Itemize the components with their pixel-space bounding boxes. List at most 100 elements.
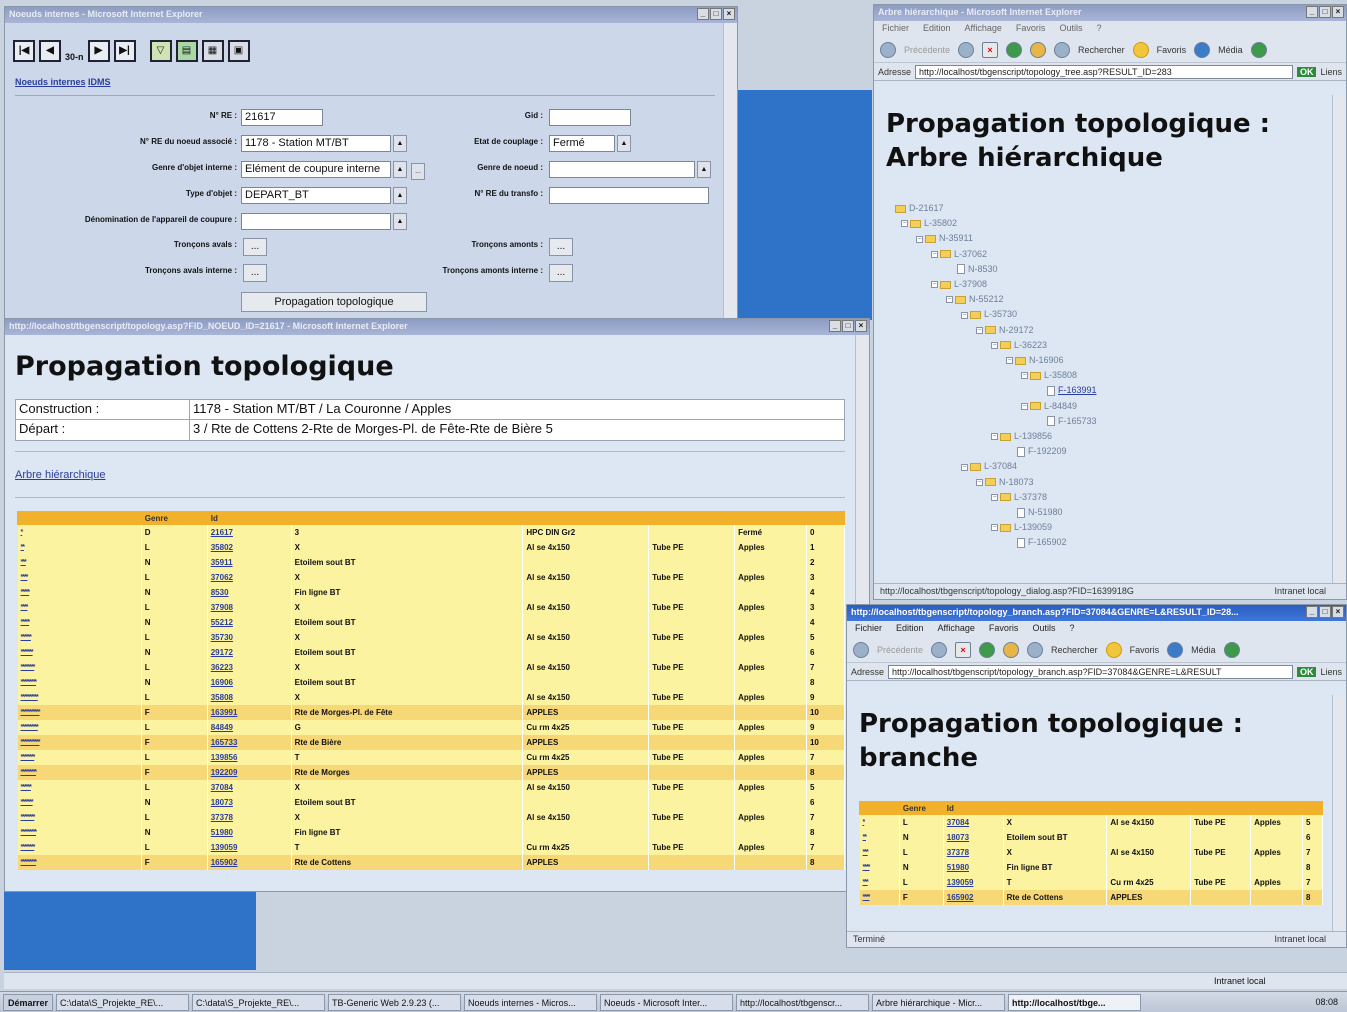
refresh-icon[interactable] xyxy=(979,641,996,658)
tree-node[interactable]: − L-36223 xyxy=(991,340,1047,350)
address-input[interactable]: http://localhost/tbgenscript/topology_tr… xyxy=(915,64,1293,79)
id-link[interactable]: 16906 xyxy=(207,674,292,690)
expand-icon[interactable]: − xyxy=(961,311,968,319)
menu-item[interactable]: Fichier xyxy=(855,623,882,635)
taskbar-button[interactable]: TB-Generic Web 2.9.23 (... xyxy=(328,993,462,1011)
level-link[interactable]: ** xyxy=(17,539,142,555)
level-link[interactable]: ******** xyxy=(17,839,142,855)
stop-icon[interactable]: × xyxy=(955,641,972,658)
maximize-button[interactable]: □ xyxy=(710,8,722,20)
address-input[interactable]: http://localhost/tbgenscript/topology_br… xyxy=(888,664,1293,679)
chevron-up-icon[interactable]: ▲ xyxy=(617,135,631,152)
expand-icon[interactable]: − xyxy=(961,463,968,471)
menu-item[interactable]: ? xyxy=(1069,623,1074,635)
level-link[interactable]: ********* xyxy=(17,854,142,870)
level-link[interactable]: *** xyxy=(859,844,900,860)
id-link[interactable]: 139856 xyxy=(207,749,292,765)
taskbar-button[interactable]: C:\data\S_Projekte_RE\... xyxy=(192,993,326,1011)
last-record-icon[interactable]: ▶| xyxy=(113,40,136,62)
stop-icon[interactable]: × xyxy=(982,41,999,58)
tree-node[interactable]: F-163991 xyxy=(1036,385,1097,397)
field-genre-noeud[interactable] xyxy=(549,161,695,178)
id-link[interactable]: 37908 xyxy=(207,599,292,615)
expand-icon[interactable]: − xyxy=(991,493,998,501)
go-button[interactable]: OK xyxy=(1296,666,1317,677)
level-link[interactable]: ********** xyxy=(17,719,142,735)
id-link[interactable]: 165733 xyxy=(207,734,292,750)
tree-node[interactable]: − N-18073 xyxy=(976,477,1034,487)
tree-node[interactable]: − L-37084 xyxy=(961,461,1017,471)
back-button[interactable]: Précédente xyxy=(904,45,950,55)
tree-node[interactable]: N-8530 xyxy=(946,264,998,275)
start-button[interactable]: Démarrer xyxy=(3,993,54,1011)
id-link[interactable]: 37378 xyxy=(943,844,1004,860)
tree-node[interactable]: − N-35911 xyxy=(916,233,973,243)
minimize-button[interactable]: _ xyxy=(829,320,841,332)
link-noeuds-internes[interactable]: Noeuds internes xyxy=(15,77,86,87)
level-link[interactable]: ****** xyxy=(17,779,142,795)
forward-icon[interactable] xyxy=(958,41,975,58)
id-link[interactable]: 37084 xyxy=(943,814,1004,830)
field-type-objet[interactable]: DEPART_BT xyxy=(241,187,391,204)
tree-node[interactable]: − L-84849 xyxy=(1021,401,1077,411)
save-icon[interactable]: ▣ xyxy=(227,40,250,62)
close-button[interactable]: × xyxy=(1332,606,1344,618)
title-bar[interactable]: Arbre hiérarchique - Microsoft Internet … xyxy=(874,5,1346,21)
id-link[interactable]: 139059 xyxy=(207,839,292,855)
troncons-amonts-int-button[interactable]: ... xyxy=(549,264,573,282)
taskbar-button[interactable]: C:\data\S_Projekte_RE\... xyxy=(56,993,190,1011)
tree-node[interactable]: −D-21617 xyxy=(886,203,944,213)
tree-node[interactable]: − L-35730 xyxy=(961,309,1017,319)
level-link[interactable]: *** xyxy=(17,554,142,570)
id-link[interactable]: 51980 xyxy=(943,859,1004,875)
history-icon[interactable] xyxy=(1250,41,1267,58)
level-link[interactable]: * xyxy=(17,524,142,540)
field-etat-couplage[interactable]: Fermé xyxy=(549,135,615,152)
expand-icon[interactable]: − xyxy=(1021,402,1028,410)
taskbar-button[interactable]: Arbre hiérarchique - Micr... xyxy=(872,993,1006,1011)
id-link[interactable]: 37378 xyxy=(207,809,292,825)
expand-icon[interactable]: − xyxy=(976,326,983,334)
taskbar-button[interactable]: Noeuds internes - Micros... xyxy=(464,993,598,1011)
taskbar-button[interactable]: http://localhost/tbgenscr... xyxy=(736,993,870,1011)
menu-item[interactable]: Outils xyxy=(1059,23,1082,35)
more-button[interactable]: ... xyxy=(411,163,425,180)
level-link[interactable]: **** xyxy=(859,859,900,875)
id-link[interactable]: 55212 xyxy=(207,614,292,630)
level-link[interactable]: *********** xyxy=(17,704,142,720)
level-link[interactable]: **** xyxy=(17,569,142,585)
links-label[interactable]: Liens xyxy=(1320,67,1342,77)
menu-item[interactable]: Outils xyxy=(1032,623,1055,635)
level-link[interactable]: ** xyxy=(859,829,900,845)
id-link[interactable]: 8530 xyxy=(207,584,292,600)
troncons-amonts-button[interactable]: ... xyxy=(549,238,573,256)
scrollbar[interactable] xyxy=(1332,695,1346,931)
title-bar[interactable]: http://localhost/tbgenscript/topology.as… xyxy=(5,319,869,335)
close-button[interactable]: × xyxy=(723,8,735,20)
media-icon[interactable] xyxy=(1194,41,1211,58)
menu-item[interactable]: Affichage xyxy=(938,623,975,635)
relation-icon[interactable]: ▤ xyxy=(175,40,198,62)
id-link[interactable]: 18073 xyxy=(207,794,292,810)
expand-icon[interactable]: − xyxy=(976,478,983,486)
minimize-button[interactable]: _ xyxy=(1306,606,1318,618)
troncons-avals-int-button[interactable]: ... xyxy=(243,264,267,282)
first-record-icon[interactable]: |◀ xyxy=(13,40,35,62)
menu-item[interactable]: Edition xyxy=(923,23,951,35)
tree-node[interactable]: F-165902 xyxy=(1006,537,1067,549)
id-link[interactable]: 21617 xyxy=(207,524,292,540)
filter-icon[interactable]: ▽ xyxy=(149,40,172,62)
id-link[interactable]: 29172 xyxy=(207,644,292,660)
search-button[interactable]: Rechercher xyxy=(1051,645,1098,655)
expand-icon[interactable]: − xyxy=(931,281,938,289)
id-link[interactable]: 51980 xyxy=(207,824,292,840)
refresh-icon[interactable] xyxy=(1006,41,1023,58)
expand-icon[interactable]: − xyxy=(916,235,923,243)
id-link[interactable]: 37084 xyxy=(207,779,292,795)
level-link[interactable]: *** xyxy=(859,874,900,890)
id-link[interactable]: 35802 xyxy=(207,539,292,555)
id-link[interactable]: 165902 xyxy=(943,889,1004,905)
search-icon[interactable] xyxy=(1027,641,1044,658)
taskbar-button[interactable]: http://localhost/tbge... xyxy=(1008,993,1142,1011)
level-link[interactable]: ***** xyxy=(17,584,142,600)
